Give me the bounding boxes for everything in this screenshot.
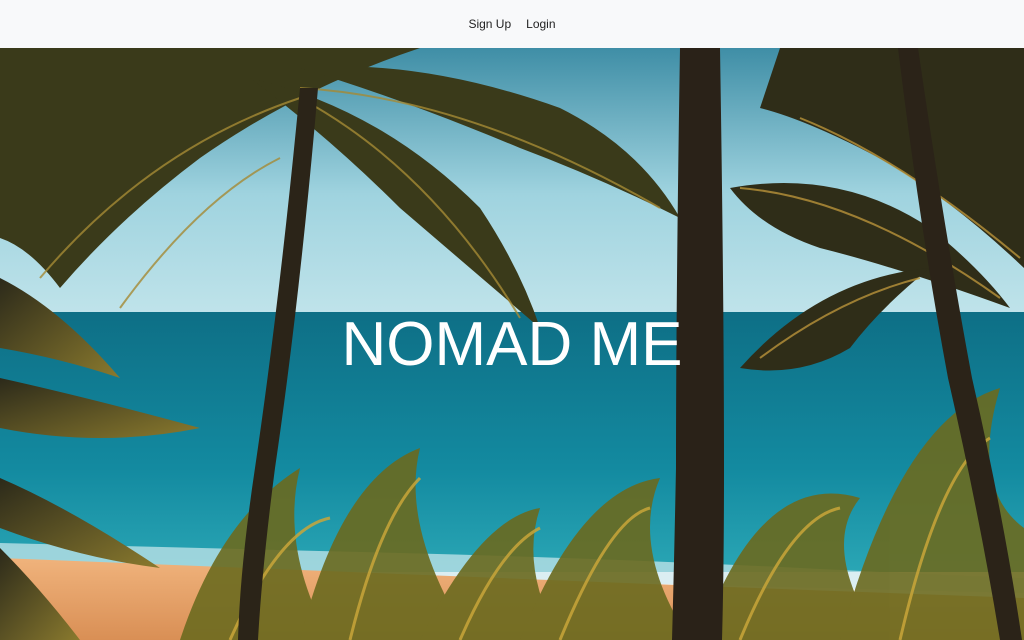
hero-section: NOMAD ME	[0, 48, 1024, 640]
login-link[interactable]: Login	[526, 17, 555, 31]
signup-link[interactable]: Sign Up	[468, 17, 511, 31]
top-navbar: Sign Up Login	[0, 0, 1024, 48]
hero-title: NOMAD ME	[341, 310, 683, 379]
